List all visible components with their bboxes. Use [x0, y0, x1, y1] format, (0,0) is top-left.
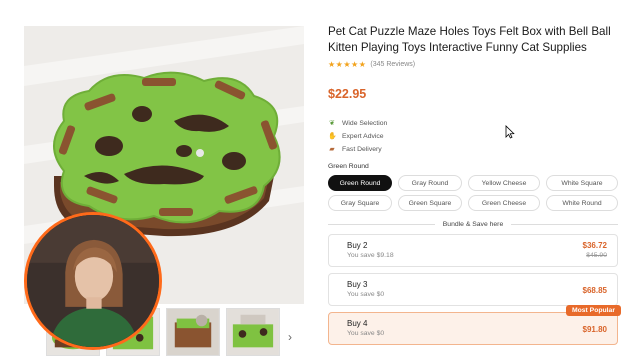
bundle-option-name: Buy 3 — [347, 280, 368, 289]
webcam-overlay — [24, 212, 162, 350]
divider — [328, 224, 435, 225]
leaf-icon: ❦ — [329, 120, 335, 127]
most-popular-badge: Most Popular — [565, 305, 621, 316]
feature-item: ▰ Fast Delivery — [328, 145, 618, 154]
product-price: $22.95 — [328, 87, 367, 101]
variant-chip-green-square[interactable]: Green Square — [398, 195, 462, 211]
bundle-option-name: Buy 4 — [347, 319, 368, 328]
bundle-option-buy-2[interactable]: Buy 2 You save $9.18 $36.72 $45.90 — [328, 234, 618, 267]
bundle-option-buy-3[interactable]: Buy 3 You save $0 $68.85 — [328, 273, 618, 306]
feature-label: Expert Advice — [342, 132, 384, 140]
product-page: › Pet Cat Puzzle Maze Holes Toys Felt Bo… — [0, 0, 640, 360]
bundle-heading: Bundle & Save here — [328, 221, 618, 228]
variant-chip-gray-square[interactable]: Gray Square — [328, 195, 392, 211]
variant-chip-gray-round[interactable]: Gray Round — [398, 175, 462, 191]
thumbnail-next-icon[interactable]: › — [288, 330, 292, 344]
feature-item: ✋ Expert Advice — [328, 132, 618, 141]
hand-icon: ✋ — [328, 133, 337, 140]
product-title: Pet Cat Puzzle Maze Holes Toys Felt Box … — [328, 25, 611, 54]
bundle-option-buy-4[interactable]: Most Popular Buy 4 You save $0 $91.80 — [328, 305, 621, 345]
feature-label: Fast Delivery — [342, 145, 382, 153]
variant-selected-label: Green Round — [328, 163, 369, 170]
star-rating-icon: ★★★★★ — [328, 60, 367, 69]
bundle-option-name: Buy 2 — [347, 241, 368, 250]
variant-chip-green-cheese[interactable]: Green Cheese — [468, 195, 540, 211]
thumbnail-3[interactable] — [166, 308, 220, 356]
feature-item: ❦ Wide Selection — [328, 119, 618, 128]
bundle-option-price: $68.85 — [582, 286, 607, 295]
presenter-video-feed — [27, 215, 159, 347]
bundle-option-old-price: $45.90 — [586, 252, 607, 259]
variant-chip-green-round[interactable]: Green Round — [328, 175, 392, 191]
divider — [511, 224, 618, 225]
variant-options: Green Round Gray Round Yellow Cheese Whi… — [328, 175, 620, 211]
variant-chip-white-round[interactable]: White Round — [546, 195, 618, 211]
bundle-option-savings: You save $9.18 — [347, 252, 394, 259]
variant-chip-yellow-cheese[interactable]: Yellow Cheese — [468, 175, 540, 191]
feature-label: Wide Selection — [342, 119, 388, 127]
bundle-option-price: $36.72 — [582, 241, 607, 250]
variant-chip-white-square[interactable]: White Square — [546, 175, 618, 191]
review-count[interactable]: (345 Reviews) — [370, 61, 415, 68]
truck-icon: ▰ — [329, 146, 335, 153]
bundle-option-savings: You save $0 — [347, 291, 385, 298]
bundle-option-savings: You save $0 — [347, 330, 385, 337]
bundle-option-price: $91.80 — [582, 325, 607, 334]
bundle-heading-label: Bundle & Save here — [442, 221, 504, 228]
feature-list: ❦ Wide Selection ✋ Expert Advice ▰ Fast … — [328, 119, 618, 154]
thumbnail-4[interactable] — [226, 308, 280, 356]
rating-row: ★★★★★ (345 Reviews) — [328, 60, 618, 69]
mouse-cursor-icon — [505, 125, 515, 139]
product-info: Pet Cat Puzzle Maze Holes Toys Felt Box … — [328, 24, 621, 345]
